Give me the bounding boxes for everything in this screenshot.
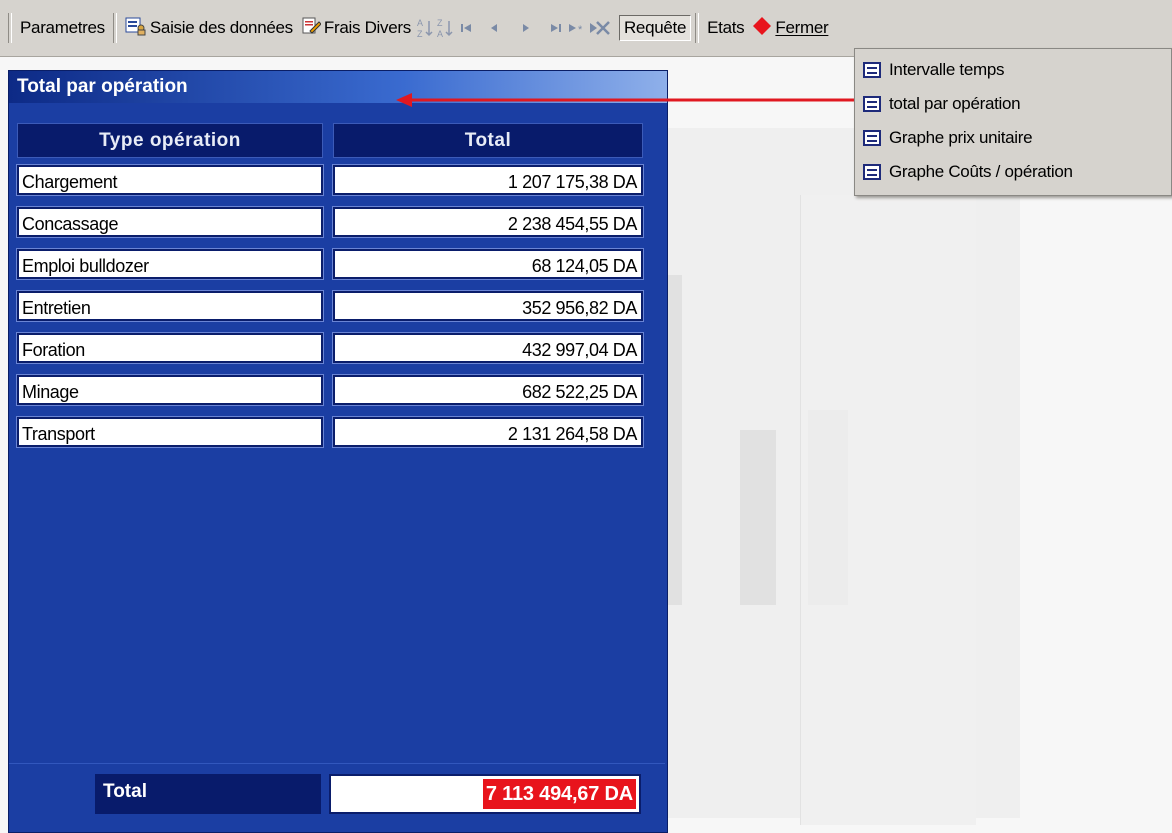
operation-total-cell[interactable]: 1 207 175,38 DA: [333, 165, 643, 195]
sort-desc-icon[interactable]: ZA: [435, 16, 455, 40]
table-row: Foration 432 997,04 DA: [17, 333, 645, 375]
total-par-operation-window: Total par opération Type opération Total…: [8, 70, 668, 833]
operation-type-cell[interactable]: Emploi bulldozer: [17, 249, 323, 279]
table-row: Transport 2 131 264,58 DA: [17, 417, 645, 459]
menu-item-label: Graphe prix unitaire: [889, 128, 1033, 147]
menu-item-label: total par opération: [889, 94, 1021, 113]
form-icon: [863, 164, 881, 180]
svg-text:Z: Z: [417, 29, 423, 39]
operation-total-cell[interactable]: 432 997,04 DA: [333, 333, 643, 363]
last-record-icon[interactable]: [545, 16, 567, 40]
operation-total-cell[interactable]: 2 131 264,58 DA: [333, 417, 643, 447]
menu-item-label: Graphe Coûts / opération: [889, 162, 1073, 181]
new-record-icon[interactable]: *: [567, 16, 589, 40]
annotation-arrow: [396, 93, 884, 107]
fermer-label: Fermer: [775, 18, 829, 37]
background-chart-bar: [740, 430, 776, 605]
toolbar-separator: [695, 13, 700, 43]
etats-menu-button[interactable]: Etats: [703, 15, 748, 41]
svg-text:Z: Z: [437, 18, 443, 28]
operation-type-cell[interactable]: Foration: [17, 333, 323, 363]
edit-icon: [301, 16, 322, 41]
column-header-type: Type opération: [17, 123, 323, 158]
parametres-label: Parametres: [20, 18, 105, 37]
column-header-total: Total: [333, 123, 643, 158]
next-record-icon[interactable]: [515, 16, 537, 40]
operations-table: Type opération Total Chargement 1 207 17…: [17, 123, 645, 459]
background-chart-bar: [808, 410, 848, 605]
form-icon: [125, 16, 147, 41]
frais-divers-label: Frais Divers: [323, 18, 411, 37]
svg-text:A: A: [417, 18, 423, 28]
operation-total-cell[interactable]: 352 956,82 DA: [333, 291, 643, 321]
saisie-label: Saisie des données: [149, 18, 293, 37]
requete-label: Requête: [623, 18, 687, 37]
background-chart-bar: [668, 275, 682, 605]
menu-item-graphe-couts-operation[interactable]: Graphe Coûts / opération: [855, 155, 1171, 189]
grand-total-label: Total: [95, 774, 321, 814]
operation-total-cell[interactable]: 68 124,05 DA: [333, 249, 643, 279]
close-diamond-icon: [752, 16, 772, 41]
toolbar-separator: [8, 13, 12, 43]
toolbar-separator: [112, 13, 117, 43]
form-icon: [863, 130, 881, 146]
operation-type-cell[interactable]: Minage: [17, 375, 323, 405]
form-icon: [863, 62, 881, 78]
table-row: Concassage 2 238 454,55 DA: [17, 207, 645, 249]
operation-type-cell[interactable]: Entretien: [17, 291, 323, 321]
saisie-button[interactable]: Saisie des données: [121, 13, 297, 44]
operation-type-cell[interactable]: Concassage: [17, 207, 323, 237]
svg-text:A: A: [437, 29, 443, 39]
prev-record-icon[interactable]: [483, 16, 505, 40]
etats-label: Etats: [707, 18, 745, 37]
table-footer: Total 7 113 494,67 DA: [9, 763, 665, 831]
operation-type-cell[interactable]: Transport: [17, 417, 323, 447]
requete-dropdown-menu: Intervalle temps total par opération Gra…: [854, 48, 1172, 196]
requete-menu-button[interactable]: Requête: [618, 15, 692, 41]
table-row: Chargement 1 207 175,38 DA: [17, 165, 645, 207]
table-header: Type opération Total: [17, 123, 645, 158]
fermer-button[interactable]: Fermer: [748, 13, 832, 44]
table-row: Minage 682 522,25 DA: [17, 375, 645, 417]
first-record-icon[interactable]: [455, 16, 477, 40]
grand-total-value: 7 113 494,67 DA: [482, 779, 636, 809]
sort-asc-icon[interactable]: AZ: [415, 16, 435, 40]
table-row: Entretien 352 956,82 DA: [17, 291, 645, 333]
operation-type-cell[interactable]: Chargement: [17, 165, 323, 195]
menu-item-graphe-prix-unitaire[interactable]: Graphe prix unitaire: [855, 121, 1171, 155]
parametres-button[interactable]: Parametres: [16, 15, 109, 41]
frais-divers-button[interactable]: Frais Divers: [297, 13, 415, 44]
form-icon: [863, 96, 881, 112]
menu-item-intervalle-temps[interactable]: Intervalle temps: [855, 53, 1171, 87]
svg-text:*: *: [578, 24, 583, 34]
menu-item-total-par-operation[interactable]: total par opération: [855, 87, 1171, 121]
menu-item-label: Intervalle temps: [889, 60, 1005, 79]
grand-total-field[interactable]: 7 113 494,67 DA: [329, 774, 641, 814]
operation-total-cell[interactable]: 2 238 454,55 DA: [333, 207, 643, 237]
table-row: Emploi bulldozer 68 124,05 DA: [17, 249, 645, 291]
operation-total-cell[interactable]: 682 522,25 DA: [333, 375, 643, 405]
delete-record-icon[interactable]: [589, 16, 611, 40]
